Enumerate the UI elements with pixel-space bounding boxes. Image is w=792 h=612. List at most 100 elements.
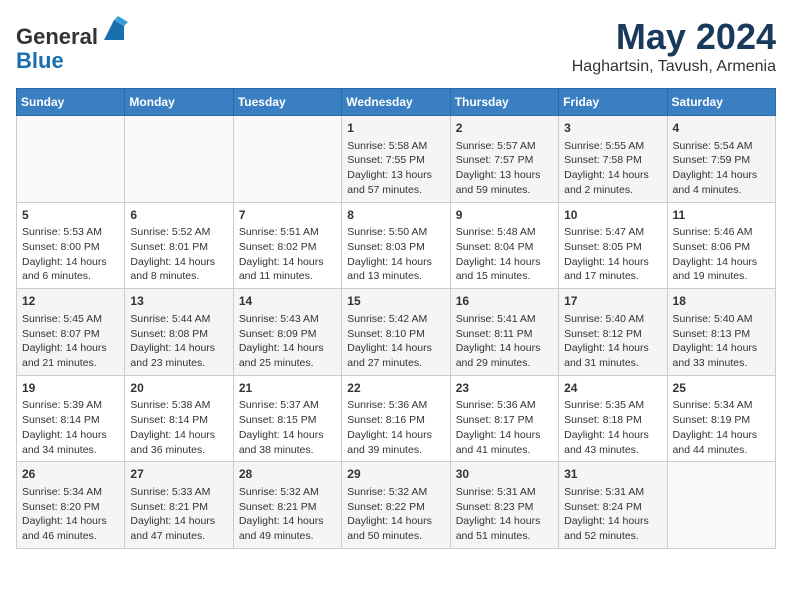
sunset-text: Sunset: 8:09 PM xyxy=(239,328,317,340)
sunset-text: Sunset: 8:04 PM xyxy=(456,241,534,253)
calendar-cell: 8Sunrise: 5:50 AMSunset: 8:03 PMDaylight… xyxy=(342,202,450,289)
calendar-cell: 1 Sunrise: 5:58 AM Sunset: 7:55 PM Daylight… xyxy=(342,116,450,203)
sunrise-text: Sunrise: 5:54 AM xyxy=(673,140,753,152)
sunrise-text: Sunrise: 5:40 AM xyxy=(673,313,753,325)
calendar-cell: 30Sunrise: 5:31 AMSunset: 8:23 PMDayligh… xyxy=(450,462,558,549)
sunrise-text: Sunrise: 5:50 AM xyxy=(347,226,427,238)
cell-content: 1 Sunrise: 5:58 AM Sunset: 7:55 PM Daylight… xyxy=(347,120,444,198)
sunset-text: Sunset: 8:12 PM xyxy=(564,328,642,340)
sunset-text: Sunset: 7:55 PM xyxy=(347,154,425,166)
sunrise-text: Sunrise: 5:34 AM xyxy=(22,486,102,498)
daylight-text: Daylight: 14 hours and 47 minutes. xyxy=(130,515,215,542)
daylight-text: Daylight: 14 hours and 36 minutes. xyxy=(130,429,215,456)
cell-content: 14Sunrise: 5:43 AMSunset: 8:09 PMDayligh… xyxy=(239,293,336,371)
sunrise-text: Sunrise: 5:32 AM xyxy=(347,486,427,498)
daylight-text: Daylight: 14 hours and 25 minutes. xyxy=(239,342,324,369)
sunset-text: Sunset: 8:23 PM xyxy=(456,501,534,513)
calendar-cell: 6Sunrise: 5:52 AMSunset: 8:01 PMDaylight… xyxy=(125,202,233,289)
day-number: 31 xyxy=(564,466,661,483)
daylight-text: Daylight: 14 hours and 27 minutes. xyxy=(347,342,432,369)
calendar-cell: 21Sunrise: 5:37 AMSunset: 8:15 PMDayligh… xyxy=(233,375,341,462)
day-number: 11 xyxy=(673,207,770,224)
calendar-week-row: 1 Sunrise: 5:58 AM Sunset: 7:55 PM Daylight… xyxy=(17,116,776,203)
sunset-text: Sunset: 8:19 PM xyxy=(673,414,751,426)
day-number: 1 xyxy=(347,120,444,137)
daylight-text: Daylight: 14 hours and 50 minutes. xyxy=(347,515,432,542)
sunset-text: Sunset: 8:15 PM xyxy=(239,414,317,426)
sunset-text: Sunset: 8:07 PM xyxy=(22,328,100,340)
cell-content: 30Sunrise: 5:31 AMSunset: 8:23 PMDayligh… xyxy=(456,466,553,544)
sunset-text: Sunset: 8:10 PM xyxy=(347,328,425,340)
cell-content: 18Sunrise: 5:40 AMSunset: 8:13 PMDayligh… xyxy=(673,293,770,371)
day-number: 21 xyxy=(239,380,336,397)
day-number: 22 xyxy=(347,380,444,397)
sunrise-text: Sunrise: 5:36 AM xyxy=(347,399,427,411)
cell-content: 21Sunrise: 5:37 AMSunset: 8:15 PMDayligh… xyxy=(239,380,336,458)
weekday-header-row: SundayMondayTuesdayWednesdayThursdayFrid… xyxy=(17,89,776,116)
cell-content: 8Sunrise: 5:50 AMSunset: 8:03 PMDaylight… xyxy=(347,207,444,285)
sunrise-text: Sunrise: 5:35 AM xyxy=(564,399,644,411)
day-number: 26 xyxy=(22,466,119,483)
sunrise-text: Sunrise: 5:51 AM xyxy=(239,226,319,238)
daylight-text: Daylight: 14 hours and 11 minutes. xyxy=(239,256,324,283)
cell-content: 25Sunrise: 5:34 AMSunset: 8:19 PMDayligh… xyxy=(673,380,770,458)
cell-content: 29Sunrise: 5:32 AMSunset: 8:22 PMDayligh… xyxy=(347,466,444,544)
daylight-text: Daylight: 14 hours and 46 minutes. xyxy=(22,515,107,542)
sunrise-text: Sunrise: 5:48 AM xyxy=(456,226,536,238)
sunrise-text: Sunrise: 5:38 AM xyxy=(130,399,210,411)
cell-content: 7Sunrise: 5:51 AMSunset: 8:02 PMDaylight… xyxy=(239,207,336,285)
day-number: 27 xyxy=(130,466,227,483)
sunset-text: Sunset: 7:58 PM xyxy=(564,154,642,166)
sunrise-text: Sunrise: 5:58 AM xyxy=(347,140,427,152)
weekday-header: Tuesday xyxy=(233,89,341,116)
calendar-cell: 24Sunrise: 5:35 AMSunset: 8:18 PMDayligh… xyxy=(559,375,667,462)
calendar-cell: 16Sunrise: 5:41 AMSunset: 8:11 PMDayligh… xyxy=(450,289,558,376)
sunrise-text: Sunrise: 5:36 AM xyxy=(456,399,536,411)
calendar-cell: 18Sunrise: 5:40 AMSunset: 8:13 PMDayligh… xyxy=(667,289,775,376)
calendar-cell: 2Sunrise: 5:57 AMSunset: 7:57 PMDaylight… xyxy=(450,116,558,203)
sunrise-text: Sunrise: 5:55 AM xyxy=(564,140,644,152)
calendar-cell: 28Sunrise: 5:32 AMSunset: 8:21 PMDayligh… xyxy=(233,462,341,549)
cell-content: 6Sunrise: 5:52 AMSunset: 8:01 PMDaylight… xyxy=(130,207,227,285)
daylight-text: Daylight: 14 hours and 2 minutes. xyxy=(564,169,649,196)
calendar-cell: 29Sunrise: 5:32 AMSunset: 8:22 PMDayligh… xyxy=(342,462,450,549)
daylight-text: Daylight: 14 hours and 6 minutes. xyxy=(22,256,107,283)
sunset-text: Sunset: 8:14 PM xyxy=(130,414,208,426)
sunset-text: Sunset: 8:21 PM xyxy=(130,501,208,513)
day-number: 8 xyxy=(347,207,444,224)
day-number: 28 xyxy=(239,466,336,483)
calendar-cell: 15Sunrise: 5:42 AMSunset: 8:10 PMDayligh… xyxy=(342,289,450,376)
sunset-text: Sunset: 7:57 PM xyxy=(456,154,534,166)
cell-content: 16Sunrise: 5:41 AMSunset: 8:11 PMDayligh… xyxy=(456,293,553,371)
calendar-cell: 12Sunrise: 5:45 AMSunset: 8:07 PMDayligh… xyxy=(17,289,125,376)
sunrise-text: Sunrise: 5:39 AM xyxy=(22,399,102,411)
sunrise-text: Sunrise: 5:43 AM xyxy=(239,313,319,325)
cell-content: 26Sunrise: 5:34 AMSunset: 8:20 PMDayligh… xyxy=(22,466,119,544)
calendar-cell xyxy=(17,116,125,203)
page-header: General Blue May 2024 Haghartsin, Tavush… xyxy=(16,16,776,76)
day-number: 18 xyxy=(673,293,770,310)
calendar-cell: 9Sunrise: 5:48 AMSunset: 8:04 PMDaylight… xyxy=(450,202,558,289)
cell-content: 28Sunrise: 5:32 AMSunset: 8:21 PMDayligh… xyxy=(239,466,336,544)
logo-icon xyxy=(100,16,128,44)
cell-content: 31Sunrise: 5:31 AMSunset: 8:24 PMDayligh… xyxy=(564,466,661,544)
daylight-text: Daylight: 14 hours and 49 minutes. xyxy=(239,515,324,542)
day-number: 29 xyxy=(347,466,444,483)
calendar-cell: 5Sunrise: 5:53 AMSunset: 8:00 PMDaylight… xyxy=(17,202,125,289)
daylight-text: Daylight: 14 hours and 33 minutes. xyxy=(673,342,758,369)
daylight-text: Daylight: 13 hours and 57 minutes. xyxy=(347,169,432,196)
day-number: 30 xyxy=(456,466,553,483)
day-number: 20 xyxy=(130,380,227,397)
calendar-cell: 31Sunrise: 5:31 AMSunset: 8:24 PMDayligh… xyxy=(559,462,667,549)
daylight-text: Daylight: 14 hours and 43 minutes. xyxy=(564,429,649,456)
day-number: 4 xyxy=(673,120,770,137)
calendar-cell: 25Sunrise: 5:34 AMSunset: 8:19 PMDayligh… xyxy=(667,375,775,462)
daylight-text: Daylight: 14 hours and 38 minutes. xyxy=(239,429,324,456)
daylight-text: Daylight: 13 hours and 59 minutes. xyxy=(456,169,541,196)
sunrise-text: Sunrise: 5:32 AM xyxy=(239,486,319,498)
cell-content: 2Sunrise: 5:57 AMSunset: 7:57 PMDaylight… xyxy=(456,120,553,198)
calendar-cell: 4Sunrise: 5:54 AMSunset: 7:59 PMDaylight… xyxy=(667,116,775,203)
calendar-cell: 3Sunrise: 5:55 AMSunset: 7:58 PMDaylight… xyxy=(559,116,667,203)
daylight-text: Daylight: 14 hours and 23 minutes. xyxy=(130,342,215,369)
month-title: May 2024 xyxy=(572,16,776,58)
